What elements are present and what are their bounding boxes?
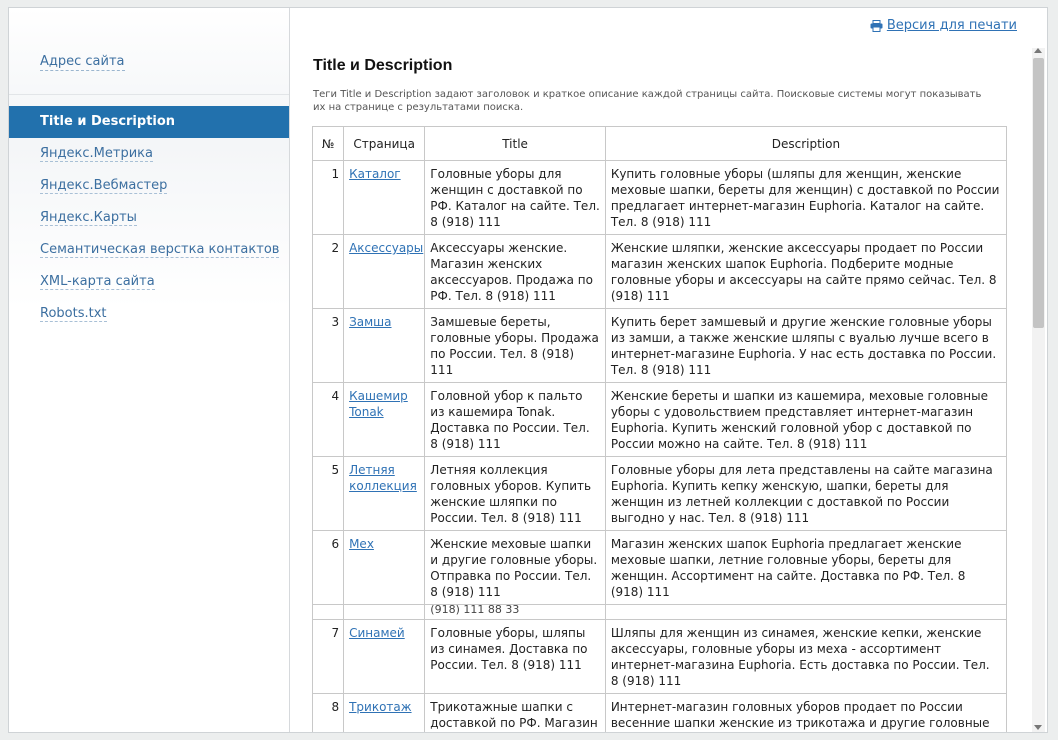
site-address-link[interactable]: Адрес сайта bbox=[40, 54, 125, 71]
table-row: 4 Кашемир Tonak Головной убор к пальто из … bbox=[311, 382, 1008, 457]
page-cell: Летняя коллекция bbox=[343, 456, 426, 531]
page-link[interactable]: Каталог bbox=[349, 167, 401, 181]
table-row: 3 Замша Замшевые береты, головные уборы. П… bbox=[311, 308, 1008, 383]
page-link[interactable]: Синамей bbox=[349, 626, 405, 640]
sidebar-item-4[interactable]: Семантическая верстка контактов bbox=[9, 234, 289, 266]
row-number: 4 bbox=[311, 382, 345, 457]
row-number: 5 bbox=[311, 456, 345, 531]
sidebar-item-5[interactable]: XML-карта сайта bbox=[9, 266, 289, 298]
row-number: 8 bbox=[311, 693, 345, 732]
page-description: Теги Title и Description задают заголово… bbox=[313, 89, 982, 113]
sidebar-item-3[interactable]: Яндекс.Карты bbox=[9, 202, 289, 234]
description-cell: Купить головные уборы (шляпы для женщин,… bbox=[604, 160, 1008, 235]
page-cell: Мех bbox=[343, 530, 426, 605]
page-cell: Трикотаж bbox=[343, 693, 426, 732]
row-number: 2 bbox=[311, 234, 345, 309]
scroll-thumb[interactable] bbox=[1033, 58, 1044, 328]
sidebar-divider bbox=[9, 94, 289, 95]
print-version-label[interactable]: Версия для печати bbox=[887, 18, 1017, 33]
header-description: Description bbox=[604, 126, 1008, 161]
description-cell: Женские береты и шапки из кашемира, мехо… bbox=[604, 382, 1008, 457]
scrollbar[interactable] bbox=[1032, 48, 1045, 732]
app-frame: Адрес сайта Title и Description Яндекс.Ме… bbox=[8, 7, 1048, 733]
description-cell: Женские шляпки, женские аксессуары прода… bbox=[604, 234, 1008, 309]
title-cell: Головные уборы для женщин с доставкой по… bbox=[424, 160, 606, 235]
page-link[interactable]: Аксессуары bbox=[349, 241, 423, 255]
row-number: 6 bbox=[311, 530, 345, 605]
table-row: 8 Трикотаж Трикотажные шапки с доставкой п… bbox=[311, 693, 1008, 732]
sidebar-item-0[interactable]: Title и Description bbox=[9, 106, 289, 138]
page-cell: Кашемир Tonak bbox=[343, 382, 426, 457]
sidebar-item-label: Яндекс.Метрика bbox=[40, 146, 153, 162]
print-version-link[interactable]: Версия для печати bbox=[870, 18, 1017, 33]
gap-text: (918) 111 88 33 bbox=[424, 604, 606, 620]
seo-table-wrapper: № Страница Title Description 1 Каталог Гол… bbox=[311, 126, 1008, 732]
description-cell: Головные уборы для лета представлены на … bbox=[604, 456, 1008, 531]
page-link[interactable]: Замша bbox=[349, 315, 391, 329]
row-number: 1 bbox=[311, 160, 345, 235]
title-cell: Головные уборы, шляпы из синамея. Достав… bbox=[424, 619, 606, 694]
sidebar-item-label: Title и Description bbox=[40, 114, 176, 129]
page-cell: Каталог bbox=[343, 160, 426, 235]
title-cell: Трикотажные шапки с доставкой по РФ. Маг… bbox=[424, 693, 606, 732]
header-page: Страница bbox=[343, 126, 426, 161]
table-row: 2 Аксессуары Аксессуары женские. Магазин ж… bbox=[311, 234, 1008, 309]
page-cell: Замша bbox=[343, 308, 426, 383]
gap-cell bbox=[311, 604, 345, 620]
page-cell: Аксессуары bbox=[343, 234, 426, 309]
sidebar-item-label: Яндекс.Карты bbox=[40, 210, 137, 226]
table-body: 1 Каталог Головные уборы для женщин с дост… bbox=[311, 160, 1008, 732]
description-cell: Шляпы для женщин из синамея, женские кеп… bbox=[604, 619, 1008, 694]
title-cell: Головной убор к пальто из кашемира Tonak… bbox=[424, 382, 606, 457]
table-header-row: № Страница Title Description bbox=[311, 126, 1008, 161]
seo-table: № Страница Title Description 1 Каталог Гол… bbox=[311, 126, 1008, 732]
description-cell: Магазин женских шапок Euphoria предлагае… bbox=[604, 530, 1008, 605]
page-link[interactable]: Мех bbox=[349, 537, 374, 551]
row-number: 7 bbox=[311, 619, 345, 694]
gap-cell bbox=[604, 604, 1008, 620]
page-cell: Синамей bbox=[343, 619, 426, 694]
sidebar-item-2[interactable]: Яндекс.Вебмастер bbox=[9, 170, 289, 202]
description-cell: Купить берет замшевый и другие женские г… bbox=[604, 308, 1008, 383]
gap-cell bbox=[343, 604, 426, 620]
printer-icon bbox=[870, 19, 883, 32]
sidebar-item-label: Семантическая верстка контактов bbox=[40, 242, 280, 258]
sidebar-item-label: Яндекс.Вебмастер bbox=[40, 178, 168, 194]
sidebar-item-label: XML-карта сайта bbox=[40, 274, 155, 290]
sidebar: Адрес сайта Title и Description Яндекс.Ме… bbox=[9, 8, 290, 732]
scroll-down-arrow-icon[interactable] bbox=[1034, 725, 1042, 730]
description-cell: Интернет-магазин головных уборов продает… bbox=[604, 693, 1008, 732]
sidebar-nav: Title и Description Яндекс.Метрика Яндекс.… bbox=[9, 106, 289, 330]
table-row: 5 Летняя коллекция Летняя коллекция головн… bbox=[311, 456, 1008, 531]
sidebar-item-label: Robots.txt bbox=[40, 306, 107, 322]
table-row-overflow: (918) 111 88 33 bbox=[311, 604, 1008, 620]
sidebar-item-6[interactable]: Robots.txt bbox=[9, 298, 289, 330]
page-link[interactable]: Летняя коллекция bbox=[349, 463, 417, 493]
table-row: 6 Мех Женские меховые шапки и другие голов… bbox=[311, 530, 1008, 605]
header-num: № bbox=[311, 126, 345, 161]
row-number: 3 bbox=[311, 308, 345, 383]
title-cell: Женские меховые шапки и другие головные … bbox=[424, 530, 606, 605]
page-link[interactable]: Трикотаж bbox=[349, 700, 412, 714]
title-cell: Аксессуары женские. Магазин женских аксе… bbox=[424, 234, 606, 309]
page-link[interactable]: Кашемир Tonak bbox=[349, 389, 408, 419]
page-title: Title и Description bbox=[313, 57, 453, 74]
main-content: Версия для печати Title и Description Те… bbox=[290, 8, 1047, 732]
header-title: Title bbox=[424, 126, 606, 161]
table-row: 7 Синамей Головные уборы, шляпы из синамея… bbox=[311, 619, 1008, 694]
sidebar-item-1[interactable]: Яндекс.Метрика bbox=[9, 138, 289, 170]
title-cell: Летняя коллекция головных уборов. Купить… bbox=[424, 456, 606, 531]
scroll-up-arrow-icon[interactable] bbox=[1034, 48, 1042, 53]
title-cell: Замшевые береты, головные уборы. Продажа… bbox=[424, 308, 606, 383]
table-row: 1 Каталог Головные уборы для женщин с дост… bbox=[311, 160, 1008, 235]
